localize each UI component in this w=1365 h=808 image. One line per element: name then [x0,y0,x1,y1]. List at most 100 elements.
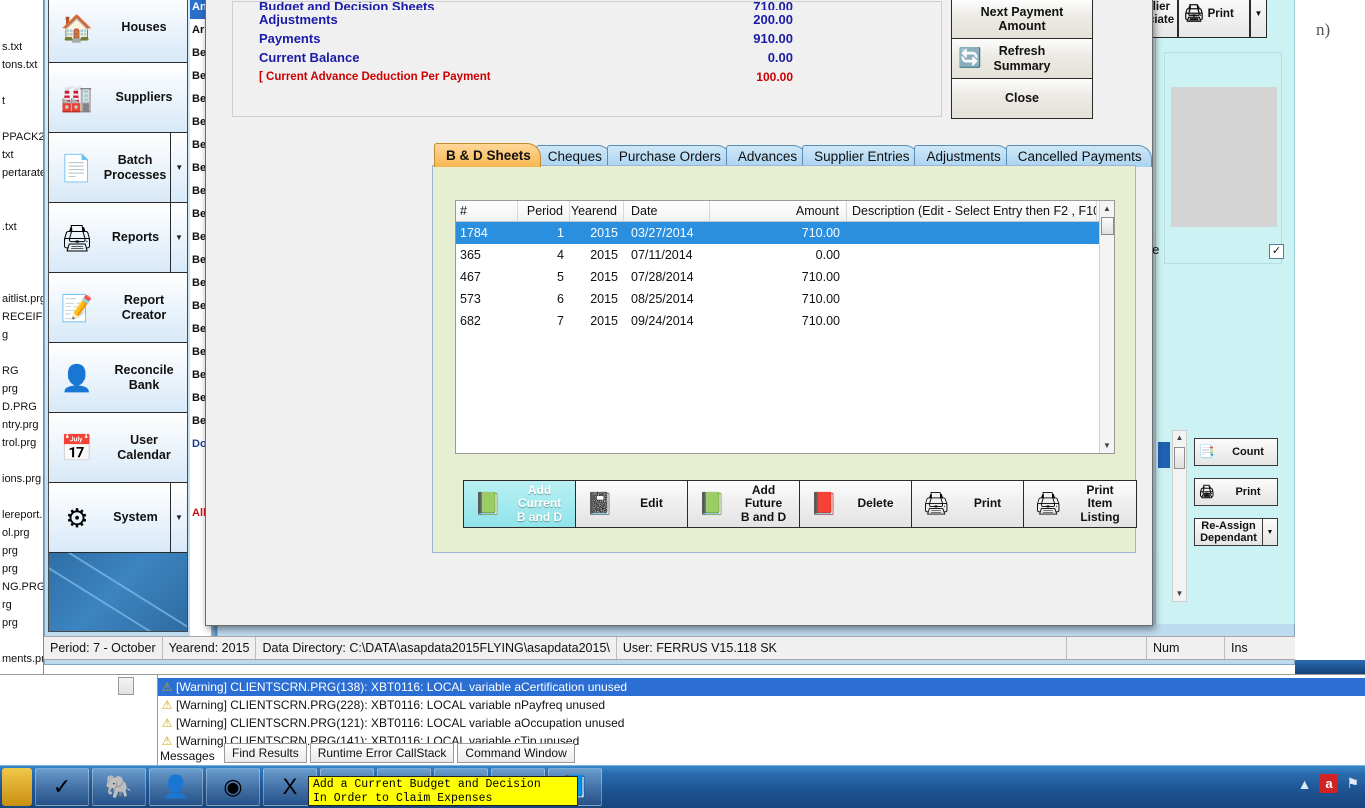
ide-file-list[interactable]: s.txttons.txt t PPACK2.txtpertarate .txt ait… [0,0,44,745]
file-list-item[interactable]: prg [0,614,43,632]
row-number: 682 [460,314,481,328]
sidebar-item-report-creator[interactable]: 📝 Report Creator [49,273,187,343]
file-list-item[interactable]: prg [0,560,43,578]
file-list-item[interactable]: ntry.prg [0,416,43,434]
chrome-icon[interactable]: ◉ [206,768,260,806]
file-list-item[interactable]: D.PRG [0,398,43,416]
print-item-listing-button[interactable]: 🖨 Print Item Listing [1024,481,1136,527]
tab-purchase-orders[interactable]: Purchase Orders [606,145,731,167]
file-list-item[interactable]: ol.prg [0,524,43,542]
status-ins-indicator: Ins [1231,641,1248,655]
tab-advances[interactable]: Advances [725,145,808,167]
sidebar-item-suppliers[interactable]: 🏭 Suppliers [49,63,187,133]
file-list-item[interactable]: prg [0,380,43,398]
tab-supplier-entries[interactable]: Supplier Entries [802,145,920,167]
file-list-item[interactable]: lereport.p [0,506,43,524]
panel-scrollbar[interactable]: ▲ ▼ [1172,430,1187,602]
file-list-item[interactable]: pertarate [0,164,43,182]
grid-header-date[interactable]: Date [624,201,710,221]
chevron-down-icon[interactable]: ▼ [1262,519,1277,545]
messages-left-scrollbar[interactable] [118,677,134,695]
print-button[interactable]: 🖨 Print [912,481,1024,527]
sidebar-item-system[interactable]: ⚙ System ▼ [49,483,187,553]
list-item[interactable]: ⚠ [Warning] CLIENTSCRN.PRG(228): XBT0116:… [158,696,1365,714]
panel-print-action-button[interactable]: 🖨 Print [1194,478,1278,506]
file-list-item[interactable]: tons.txt [0,56,43,74]
file-list-item[interactable]: aitlist.prg [0,290,43,308]
chevron-down-icon[interactable]: ▼ [170,133,187,202]
delete-button[interactable]: 📕 Delete [800,481,912,527]
grid-header-period[interactable]: Period [518,201,570,221]
file-list-item[interactable]: g [0,326,43,344]
chevron-down-icon[interactable]: ▼ [170,203,187,272]
grid-header-description[interactable]: Description (Edit - Select Entry then F2… [847,201,1097,221]
sidebar-item-reconcile-bank[interactable]: 👤 Reconcile Bank [49,343,187,413]
tab-find-results[interactable]: Find Results [224,743,307,763]
tab-adjustments[interactable]: Adjustments [914,145,1011,167]
grid-scroll-up[interactable]: ▲ [1100,201,1114,216]
panel-print-button[interactable]: 🖨 Print [1178,0,1250,38]
grid-scrollbar[interactable]: ▲ ▼ [1099,201,1114,453]
grid-scroll-thumb[interactable] [1101,217,1114,235]
add-current-b-and-d-button[interactable]: 📗 Add Current B and D [464,481,576,527]
list-item[interactable]: ⚠ [Warning] CLIENTSCRN.PRG(121): XBT0116:… [158,714,1365,732]
sidebar-item-user-calendar[interactable]: 📅 User Calendar [49,413,187,483]
count-button[interactable]: 📑 Count [1194,438,1278,466]
excel-icon[interactable]: ✓ [35,768,89,806]
file-list-item[interactable]: .txt [0,218,43,236]
file-list-item[interactable]: RECEIF [0,308,43,326]
start-icon[interactable] [2,768,32,806]
table-row[interactable]: 467 5 2015 07/28/2014 710.00 [456,266,1114,288]
postgres-icon[interactable]: 🐘 [92,768,146,806]
add-future-b-and-d-button[interactable]: 📗 Add Future B and D [688,481,800,527]
file-list-item[interactable]: s.txt [0,38,43,56]
next-payment-amount-button[interactable]: Next Payment Amount [951,0,1093,39]
list-item[interactable]: ⚠ [Warning] CLIENTSCRN.PRG(138): XBT0116:… [158,678,1365,696]
file-list-item[interactable]: prg [0,542,43,560]
panel-scroll-thumb[interactable] [1174,447,1185,469]
close-button[interactable]: Close [951,79,1093,119]
avira-icon[interactable]: a [1319,774,1339,793]
file-list-item[interactable]: ments.prg [0,650,43,668]
tab-cancelled-payments[interactable]: Cancelled Payments [1005,145,1152,167]
taskbar[interactable]: ✓🐘👤◉X📘 [0,765,1365,808]
sidebar-item-reports[interactable]: 🖨 Reports ▼ [49,203,187,273]
grid-scroll-down[interactable]: ▼ [1100,438,1114,453]
grid-header-number[interactable]: # [456,201,518,221]
file-list-item[interactable]: PPACK2. [0,128,43,146]
messages-list[interactable]: ⚠ [Warning] CLIENTSCRN.PRG(138): XBT0116:… [158,678,1365,750]
refresh-summary-button[interactable]: 🔄 Refresh Summary [951,39,1093,79]
file-list-item[interactable]: RG [0,362,43,380]
file-list-item[interactable]: NG.PRG [0,578,43,596]
chevron-down-icon[interactable]: ▼ [170,483,187,552]
tray-chevron-icon[interactable]: ▲ [1298,776,1312,792]
row-period: 4 [557,248,564,262]
reassign-dependant-button[interactable]: Re-Assign Dependant ▼ [1194,518,1278,546]
navigation-sidebar[interactable]: 🏠 Houses 🏭 Suppliers 📄 Batch Processes ▼ 🖨 Repor… [48,0,188,632]
file-list-item[interactable]: rg [0,596,43,614]
file-list-item[interactable]: t [0,92,43,110]
file-list-item[interactable]: trol.prg [0,434,43,452]
network-icon[interactable]: ⚑ [1346,775,1359,792]
table-row[interactable]: 1784 1 2015 03/27/2014 710.00 [456,222,1114,244]
bd-sheets-grid[interactable]: # Period Yearend Date Amount Description… [455,200,1115,454]
panel-scroll-down[interactable]: ▼ [1173,587,1186,601]
grid-header-yearend[interactable]: Yearend [570,201,624,221]
user-app-icon[interactable]: 👤 [149,768,203,806]
table-row[interactable]: 365 4 2015 07/11/2014 0.00 [456,244,1114,266]
tab-cheques[interactable]: Cheques [535,145,612,167]
table-row[interactable]: 573 6 2015 08/25/2014 710.00 [456,288,1114,310]
tab-runtime-error-callstack[interactable]: Runtime Error CallStack [309,743,455,763]
tab-command-window[interactable]: Command Window [457,743,575,763]
panel-print-dropdown-caret[interactable]: ▼ [1250,0,1267,38]
panel-scroll-up[interactable]: ▲ [1173,431,1186,445]
sidebar-item-batch-processes[interactable]: 📄 Batch Processes ▼ [49,133,187,203]
file-list-item[interactable]: ions.prg [0,470,43,488]
sidebar-item-houses[interactable]: 🏠 Houses [49,0,187,63]
file-list-item[interactable]: txt [0,146,43,164]
panel-checkbox[interactable]: ✓ [1269,244,1284,259]
edit-button[interactable]: 📓 Edit [576,481,688,527]
tab-b-d-sheets[interactable]: B & D Sheets [434,143,541,167]
table-row[interactable]: 682 7 2015 09/24/2014 710.00 [456,310,1114,332]
grid-header-amount[interactable]: Amount [710,201,847,221]
